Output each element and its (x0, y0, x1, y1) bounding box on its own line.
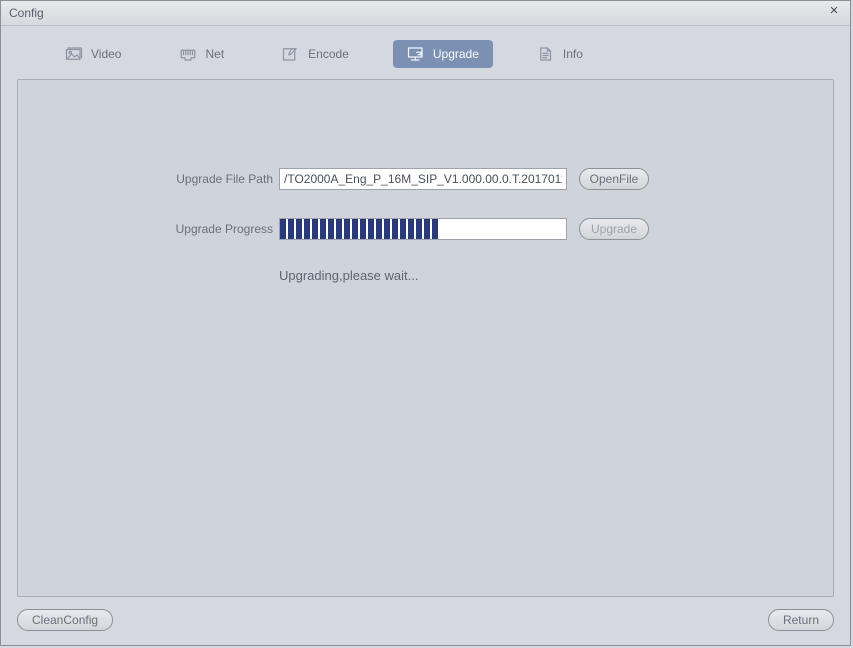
tab-info[interactable]: Info (523, 40, 597, 68)
tab-net[interactable]: Net (165, 40, 238, 68)
tab-label: Net (205, 47, 224, 61)
tab-bar: Video Net Enco (1, 26, 850, 74)
tab-label: Video (91, 47, 121, 61)
tab-label: Upgrade (433, 47, 479, 61)
status-text: Upgrading,please wait... (279, 268, 743, 283)
file-path-input[interactable] (279, 168, 567, 190)
row-progress: Upgrade Progress Upgrade (148, 218, 743, 240)
tab-label: Encode (308, 47, 349, 61)
window-title: Config (9, 6, 44, 20)
tab-upgrade[interactable]: Upgrade (393, 40, 493, 68)
document-icon (537, 46, 555, 62)
bottom-bar: CleanConfig Return (17, 609, 834, 631)
upgrade-form: Upgrade File Path OpenFile Upgrade Progr… (148, 168, 743, 283)
tab-encode[interactable]: Encode (268, 40, 363, 68)
config-window: Config × Video (0, 0, 851, 646)
file-path-label: Upgrade File Path (148, 172, 273, 186)
titlebar: Config × (1, 1, 850, 26)
return-button[interactable]: Return (768, 609, 834, 631)
progress-fill (280, 219, 440, 239)
upgrade-icon (407, 46, 425, 62)
ethernet-icon (179, 46, 197, 62)
tab-video[interactable]: Video (51, 40, 135, 68)
clean-config-button[interactable]: CleanConfig (17, 609, 113, 631)
upgrade-button[interactable]: Upgrade (579, 218, 649, 240)
content-panel: Upgrade File Path OpenFile Upgrade Progr… (17, 79, 834, 597)
progress-label: Upgrade Progress (148, 222, 273, 236)
open-file-button[interactable]: OpenFile (579, 168, 649, 190)
progress-bar (279, 218, 567, 240)
tab-label: Info (563, 47, 583, 61)
edit-icon (282, 46, 300, 62)
row-file-path: Upgrade File Path OpenFile (148, 168, 743, 190)
close-icon[interactable]: × (824, 3, 844, 21)
photo-icon (65, 46, 83, 62)
